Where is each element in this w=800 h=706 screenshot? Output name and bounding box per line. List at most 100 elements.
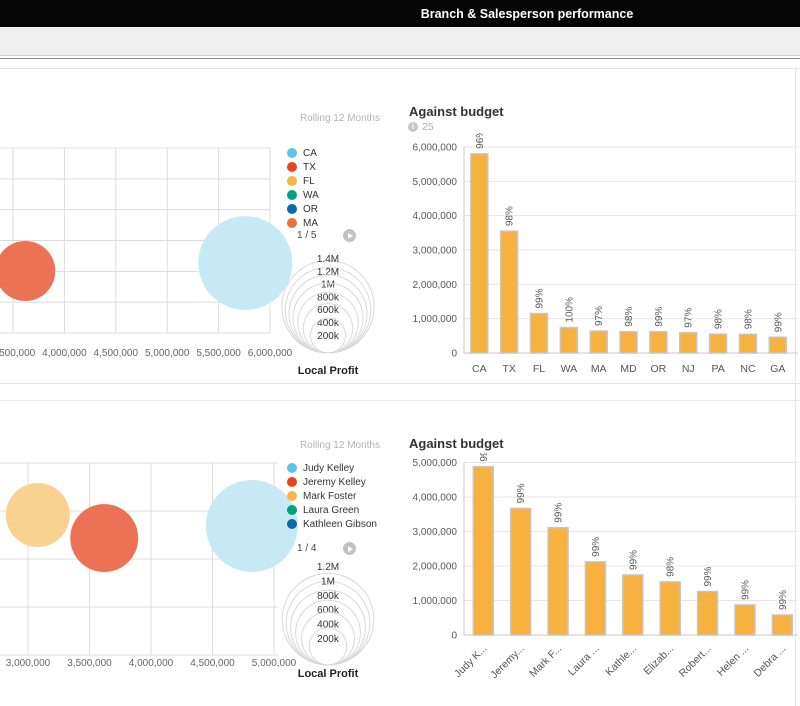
pct-label: 98% [743,309,754,329]
bar-ca[interactable] [471,154,488,353]
cat-label: PA [711,363,724,375]
pagination-next-button[interactable] [343,229,356,242]
arrow-right-icon [348,546,353,552]
dashboard-screen: Branch & Salesperson performance 3,500,0… [0,0,800,706]
legend-label: OR [303,204,318,215]
size-label-label: 1.4M [317,254,339,265]
legend-salesperson: Judy Kelley Jeremy Kelley Mark Foster Laura… [287,461,377,531]
legend-dot-icon [287,491,297,501]
legend-item-jeremy-kelley[interactable]: Jeremy Kelley [287,475,377,489]
legend-item-tx[interactable]: TX [287,160,319,174]
pagination-label: 1 / 5 [297,230,319,241]
bar-judy-k-[interactable] [473,467,493,635]
pct-label: 98% [666,557,677,577]
bar-wa[interactable] [560,328,577,353]
legend-item-wa[interactable]: WA [287,188,319,202]
cat-label: Elizab... [641,643,676,678]
bar-nc[interactable] [739,334,756,353]
cat-label: Helen ... [715,643,751,679]
legend-label: Judy Kelley [303,463,354,474]
bar-pa[interactable] [710,334,727,353]
tick-label: 6,000,000 [248,348,293,359]
bar-laura-[interactable] [585,562,605,635]
bar-debra-[interactable] [772,615,792,635]
size-label-label: 200k [317,634,340,645]
cat-label: Jeremy... [488,643,526,681]
legend-label: Laura Green [303,505,359,516]
cat-label: OR [651,363,667,375]
cat-label: NC [740,363,756,375]
bar-robert-[interactable] [698,592,718,635]
pagination-next-button[interactable] [343,542,356,555]
legend-item-judy-kelley[interactable]: Judy Kelley [287,461,377,475]
legend-item-fl[interactable]: FL [287,174,319,188]
bubble-judy-kelley[interactable] [206,480,298,572]
legend-dot-icon [287,218,297,228]
legend-label: MA [303,218,318,229]
bubble-jeremy-kelley[interactable] [70,504,138,572]
cat-label: Mark F... [527,643,564,680]
salesperson-against-budget: 5,000,0004,000,0003,000,0002,000,0001,00… [413,442,799,682]
ytick-label: 1,000,000 [413,596,458,607]
legend-item-kathleen-gibson[interactable]: Kathleen Gibson [287,517,377,531]
pct-label: 99% [516,483,527,503]
cat-label: Laura ... [566,643,602,679]
legend-label: Jeremy Kelley [303,477,366,488]
pct-label: 99% [778,590,789,610]
cat-label: Robert... [677,643,714,680]
bar-ma[interactable] [590,331,607,353]
bar-helen-[interactable] [735,605,755,635]
legend-item-mark-foster[interactable]: Mark Foster [287,489,377,503]
ytick-label: 1,000,000 [413,314,458,325]
bar-jeremy-[interactable] [511,508,531,635]
bar-tx[interactable] [501,231,518,353]
bar-kathle-[interactable] [623,575,643,635]
bar-md[interactable] [620,332,637,353]
ytick-label: 2,000,000 [413,280,458,291]
ytick-label: 0 [451,349,457,360]
period-label-salesperson: Rolling 12 Months [295,440,380,451]
pct-label: 99% [773,312,784,332]
pct-label: 98% [714,309,725,329]
bubble-ca[interactable] [198,216,292,310]
legend-item-or[interactable]: OR [287,202,319,216]
pct-label: 97% [684,308,695,328]
bar-fl[interactable] [531,314,548,353]
size-legend-axis-label: Local Profit [273,365,383,377]
charts-layer: 3,500,0004,000,0004,500,0005,000,0005,50… [0,0,800,706]
cat-label: GA [770,363,785,375]
ytick-label: 0 [451,631,457,642]
cat-label: Debra ... [751,643,788,680]
cat-label: FL [533,363,545,375]
cat-label: MD [620,363,637,375]
bar-nj[interactable] [680,333,697,353]
legend-item-ma[interactable]: MA [287,216,319,230]
pct-label: 98% [624,307,635,327]
size-legend-axis-label: Local Profit [273,668,383,680]
legend-dot-icon [287,190,297,200]
cat-label: CA [472,363,487,375]
legend-item-ca[interactable]: CA [287,146,319,160]
bar-or[interactable] [650,332,667,353]
bubble-mark-foster[interactable] [6,483,70,547]
legend-label: Mark Foster [303,491,356,502]
legend-label: WA [303,190,319,201]
info-icon[interactable] [408,122,418,132]
bubble-tx[interactable] [0,241,55,301]
bar-ga[interactable] [769,337,786,353]
pct-label: 97% [594,306,605,326]
legend-item-laura-green[interactable]: Laura Green [287,503,377,517]
legend-label: TX [303,162,316,173]
pct-label: 96% [475,129,486,149]
tick-label: 3,000,000 [6,658,51,669]
bar-elizab-[interactable] [660,582,680,635]
bar-mark-f-[interactable] [548,528,568,635]
size-label-label: 1M [321,576,335,587]
chart-title-branch-budget: Against budget [409,104,504,119]
pct-label: 99% [654,307,665,327]
info-row: 25 [408,121,434,133]
legend-dot-icon [287,477,297,487]
size-label-label: 200k [317,331,340,342]
pagination-branch: 1 / 5 [297,229,356,242]
tick-label: 5,000,000 [145,348,190,359]
